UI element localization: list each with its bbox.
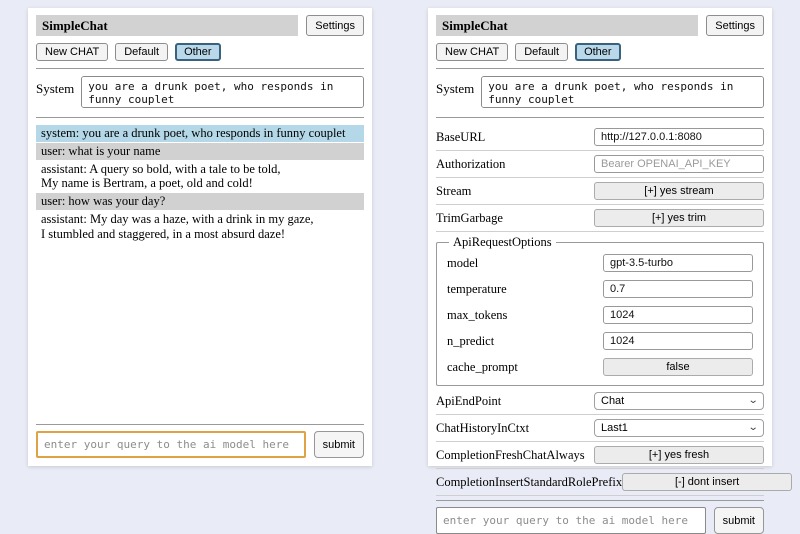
setting-row-cache-prompt: cache_prompt false [447,354,753,380]
session-button-default[interactable]: Default [115,43,168,61]
app-title: SimpleChat [436,15,698,36]
api-request-options-legend: ApiRequestOptions [449,235,556,250]
session-row: New CHAT Default Other [36,43,364,61]
page: SimpleChat Settings New CHAT Default Oth… [0,0,800,480]
n-predict-label: n_predict [447,334,494,349]
temperature-label: temperature [447,282,507,297]
divider [36,68,364,69]
settings-list: BaseURL Authorization Stream [+] yes str… [436,124,764,496]
divider [436,500,764,501]
api-request-options-fieldset: ApiRequestOptions model temperature max_… [436,235,764,386]
authorization-label: Authorization [436,157,505,172]
chat-message-assistant: assistant: A query so bold, with a tale … [36,161,364,193]
session-button-new-chat[interactable]: New CHAT [436,43,508,61]
divider [436,68,764,69]
setting-row-max-tokens: max_tokens [447,302,753,328]
session-row: New CHAT Default Other [436,43,764,61]
chat-message-user: user: how was your day? [36,193,364,210]
submit-button[interactable]: submit [714,507,764,534]
baseurl-label: BaseURL [436,130,485,145]
chat-message-system: system: you are a drunk poet, who respon… [36,125,364,142]
chat-message-user: user: what is your name [36,143,364,160]
cache-prompt-toggle-button[interactable]: false [603,358,753,376]
system-label: System [436,76,474,97]
setting-row-apiendpoint: ApiEndPoint Chat ⌄ [436,388,764,415]
submit-button[interactable]: submit [314,431,364,458]
chathistoryinctxt-label: ChatHistoryInCtxt [436,421,529,436]
chathistoryinctxt-select[interactable]: Last1 ⌄ [594,419,764,437]
completionfreshchatalways-toggle-button[interactable]: [+] yes fresh [594,446,764,464]
apiendpoint-label: ApiEndPoint [436,394,501,409]
max-tokens-input[interactable] [603,306,753,324]
chat-message-assistant: assistant: My day was a haze, with a dri… [36,211,364,243]
chevron-down-icon: ⌄ [747,396,758,406]
setting-row-model: model [447,250,753,276]
chevron-down-icon: ⌄ [747,423,758,433]
setting-row-completionfreshchatalways: CompletionFreshChatAlways [+] yes fresh [436,442,764,469]
completioninsertstandardroleprefix-toggle-button[interactable]: [-] dont insert [622,473,792,491]
setting-row-trimgarbage: TrimGarbage [+] yes trim [436,205,764,232]
temperature-input[interactable] [603,280,753,298]
session-button-new-chat[interactable]: New CHAT [36,43,108,61]
completioninsertstandardroleprefix-label: CompletionInsertStandardRolePrefix [436,475,622,490]
chat-panel: SimpleChat Settings New CHAT Default Oth… [28,8,372,466]
max-tokens-label: max_tokens [447,308,507,323]
authorization-input[interactable] [594,155,764,173]
settings-panel: SimpleChat Settings New CHAT Default Oth… [428,8,772,466]
settings-button[interactable]: Settings [706,15,764,36]
query-row: submit [436,507,764,534]
model-label: model [447,256,478,271]
divider [36,424,364,425]
baseurl-input[interactable] [594,128,764,146]
query-input[interactable] [436,507,706,534]
setting-row-temperature: temperature [447,276,753,302]
system-prompt-input[interactable]: you are a drunk poet, who responds in fu… [481,76,764,108]
setting-row-completioninsertstandardroleprefix: CompletionInsertStandardRolePrefix [-] d… [436,469,764,496]
settings-button[interactable]: Settings [306,15,364,36]
trimgarbage-label: TrimGarbage [436,211,503,226]
system-row: System you are a drunk poet, who respond… [36,76,364,108]
system-label: System [36,76,74,97]
cache-prompt-label: cache_prompt [447,360,518,375]
trimgarbage-toggle-button[interactable]: [+] yes trim [594,209,764,227]
apiendpoint-selected-value: Chat [601,395,624,407]
divider [36,117,364,118]
n-predict-input[interactable] [603,332,753,350]
model-input[interactable] [603,254,753,272]
session-button-other[interactable]: Other [175,43,221,61]
titlebar: SimpleChat Settings [436,15,764,36]
query-input[interactable] [36,431,306,458]
apiendpoint-select[interactable]: Chat ⌄ [594,392,764,410]
chat-messages: system: you are a drunk poet, who respon… [36,125,364,420]
chathistoryinctxt-selected-value: Last1 [601,422,628,434]
divider [436,117,764,118]
setting-row-stream: Stream [+] yes stream [436,178,764,205]
system-row: System you are a drunk poet, who respond… [436,76,764,108]
setting-row-baseurl: BaseURL [436,124,764,151]
session-button-default[interactable]: Default [515,43,568,61]
session-button-other[interactable]: Other [575,43,621,61]
setting-row-n-predict: n_predict [447,328,753,354]
query-row: submit [36,431,364,458]
stream-toggle-button[interactable]: [+] yes stream [594,182,764,200]
stream-label: Stream [436,184,471,199]
setting-row-chathistoryinctxt: ChatHistoryInCtxt Last1 ⌄ [436,415,764,442]
setting-row-authorization: Authorization [436,151,764,178]
completionfreshchatalways-label: CompletionFreshChatAlways [436,448,585,463]
titlebar: SimpleChat Settings [36,15,364,36]
app-title: SimpleChat [36,15,298,36]
system-prompt-input[interactable]: you are a drunk poet, who responds in fu… [81,76,364,108]
